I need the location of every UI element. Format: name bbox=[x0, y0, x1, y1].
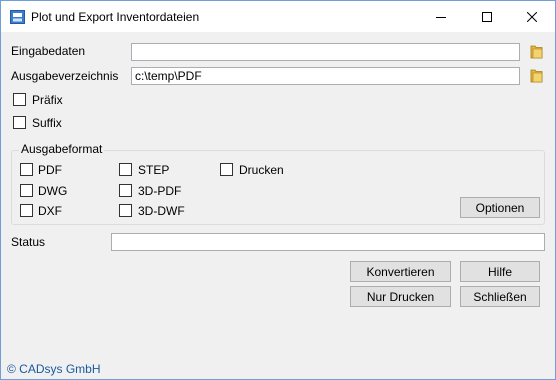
dxf-checkbox[interactable] bbox=[20, 204, 33, 217]
dwg-label: DWG bbox=[38, 184, 68, 198]
output-label: Ausgabeverzeichnis bbox=[11, 69, 119, 83]
dxf-label: DXF bbox=[38, 204, 62, 218]
pdf-checkbox[interactable] bbox=[20, 163, 33, 176]
pdf3d-checkbox[interactable] bbox=[119, 184, 132, 197]
input-label: Eingabedaten bbox=[11, 44, 86, 58]
close-icon bbox=[527, 11, 537, 22]
output-format-title: Ausgabeformat bbox=[19, 142, 105, 156]
window-title: Plot und Export Inventordateien bbox=[31, 10, 200, 24]
print-checkbox[interactable] bbox=[220, 163, 233, 176]
copyright-label: © CADsys GmbH bbox=[7, 362, 101, 376]
close-window-button[interactable] bbox=[509, 1, 555, 32]
suffix-label: Suffix bbox=[32, 116, 62, 130]
browse-input-folder-icon[interactable] bbox=[530, 44, 543, 59]
input-path-field[interactable] bbox=[131, 43, 520, 61]
dwf3d-label: 3D-DWF bbox=[138, 204, 185, 218]
app-icon bbox=[10, 10, 25, 24]
prefix-checkbox[interactable] bbox=[13, 93, 26, 106]
title-bar: Plot und Export Inventordateien bbox=[1, 1, 555, 32]
step-checkbox[interactable] bbox=[119, 163, 132, 176]
minimize-button[interactable] bbox=[418, 1, 464, 32]
dialog-body: Eingabedaten Ausgabeverzeichnis c:\temp\… bbox=[1, 32, 555, 379]
pdf-label: PDF bbox=[38, 163, 62, 177]
print-label: Drucken bbox=[239, 163, 284, 177]
dwf3d-checkbox[interactable] bbox=[119, 204, 132, 217]
status-field bbox=[111, 233, 545, 251]
prefix-label: Präfix bbox=[32, 93, 63, 107]
close-button[interactable]: Schließen bbox=[460, 286, 540, 307]
status-label: Status bbox=[11, 235, 46, 249]
main-window: Plot und Export Inventordateien Eingabed… bbox=[0, 0, 556, 380]
maximize-icon bbox=[482, 11, 492, 22]
suffix-checkbox[interactable] bbox=[13, 116, 26, 129]
dwg-checkbox[interactable] bbox=[20, 184, 33, 197]
pdf3d-label: 3D-PDF bbox=[138, 184, 182, 198]
browse-output-folder-icon[interactable] bbox=[530, 68, 543, 83]
help-button[interactable]: Hilfe bbox=[460, 261, 540, 282]
options-button[interactable]: Optionen bbox=[460, 197, 540, 218]
minimize-icon bbox=[436, 16, 446, 18]
output-path-field[interactable]: c:\temp\PDF bbox=[131, 67, 520, 85]
convert-button[interactable]: Konvertieren bbox=[350, 261, 451, 282]
step-label: STEP bbox=[138, 163, 170, 177]
print-only-button[interactable]: Nur Drucken bbox=[350, 286, 451, 307]
maximize-button[interactable] bbox=[464, 1, 510, 32]
